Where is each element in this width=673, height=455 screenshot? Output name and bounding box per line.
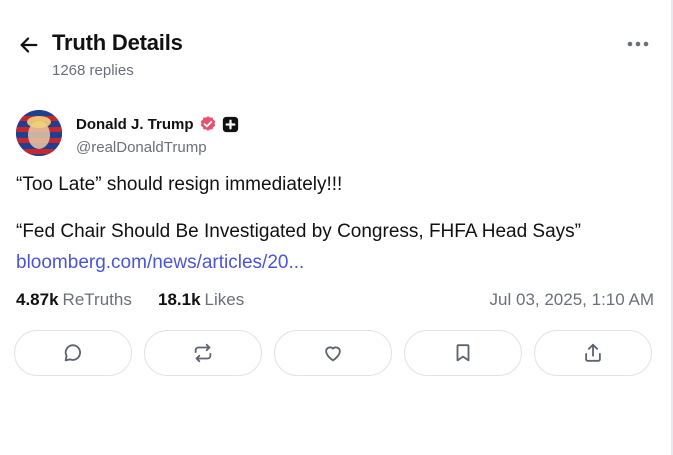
arrow-left-icon	[20, 37, 38, 53]
back-button[interactable]	[16, 32, 42, 58]
heart-icon	[325, 346, 341, 362]
article-link[interactable]: bloomberg.com/news/articles/20...	[16, 252, 304, 274]
replies-count: 1268 replies	[52, 62, 134, 79]
reply-button[interactable]	[14, 330, 132, 376]
share-upload-icon	[585, 343, 601, 362]
share-button[interactable]	[534, 330, 652, 376]
retruths-label: ReTruths	[62, 290, 132, 309]
post-text-line-1: “Too Late” should resign immediately!!!	[16, 174, 343, 195]
retruth-button[interactable]	[144, 330, 262, 376]
likes-stat[interactable]: 18.1k Likes	[158, 290, 244, 310]
likes-count: 18.1k	[158, 290, 201, 309]
post-text-line-2: “Fed Chair Should Be Investigated by Con…	[16, 221, 581, 242]
retruths-stat[interactable]: 4.87k ReTruths	[16, 290, 132, 310]
avatar[interactable]	[16, 110, 62, 156]
author-name-row: Donald J. Trump	[76, 115, 239, 133]
comment-bubble-icon	[64, 344, 81, 362]
plus-square-badge-icon	[222, 116, 239, 133]
post-stats: 4.87k ReTruths 18.1k Likes Jul 03, 2025, 1…	[16, 290, 656, 312]
verified-badge-icon	[199, 115, 217, 133]
bookmark-icon	[456, 344, 470, 362]
page-header: Truth Details 1268 replies	[16, 28, 656, 88]
bookmark-button[interactable]	[404, 330, 522, 376]
author-handle[interactable]: @realDonaldTrump	[76, 139, 207, 156]
likes-label: Likes	[204, 290, 245, 309]
more-horizontal-icon	[627, 41, 649, 47]
repost-arrows-icon	[194, 343, 212, 363]
author-name[interactable]: Donald J. Trump	[76, 116, 194, 133]
avatar-image	[16, 110, 62, 156]
like-button[interactable]	[274, 330, 392, 376]
retruths-count: 4.87k	[16, 290, 59, 309]
action-bar	[14, 330, 656, 380]
more-options-button[interactable]	[622, 32, 654, 56]
post-timestamp: Jul 03, 2025, 1:10 AM	[489, 290, 654, 309]
page-title: Truth Details	[52, 30, 183, 55]
